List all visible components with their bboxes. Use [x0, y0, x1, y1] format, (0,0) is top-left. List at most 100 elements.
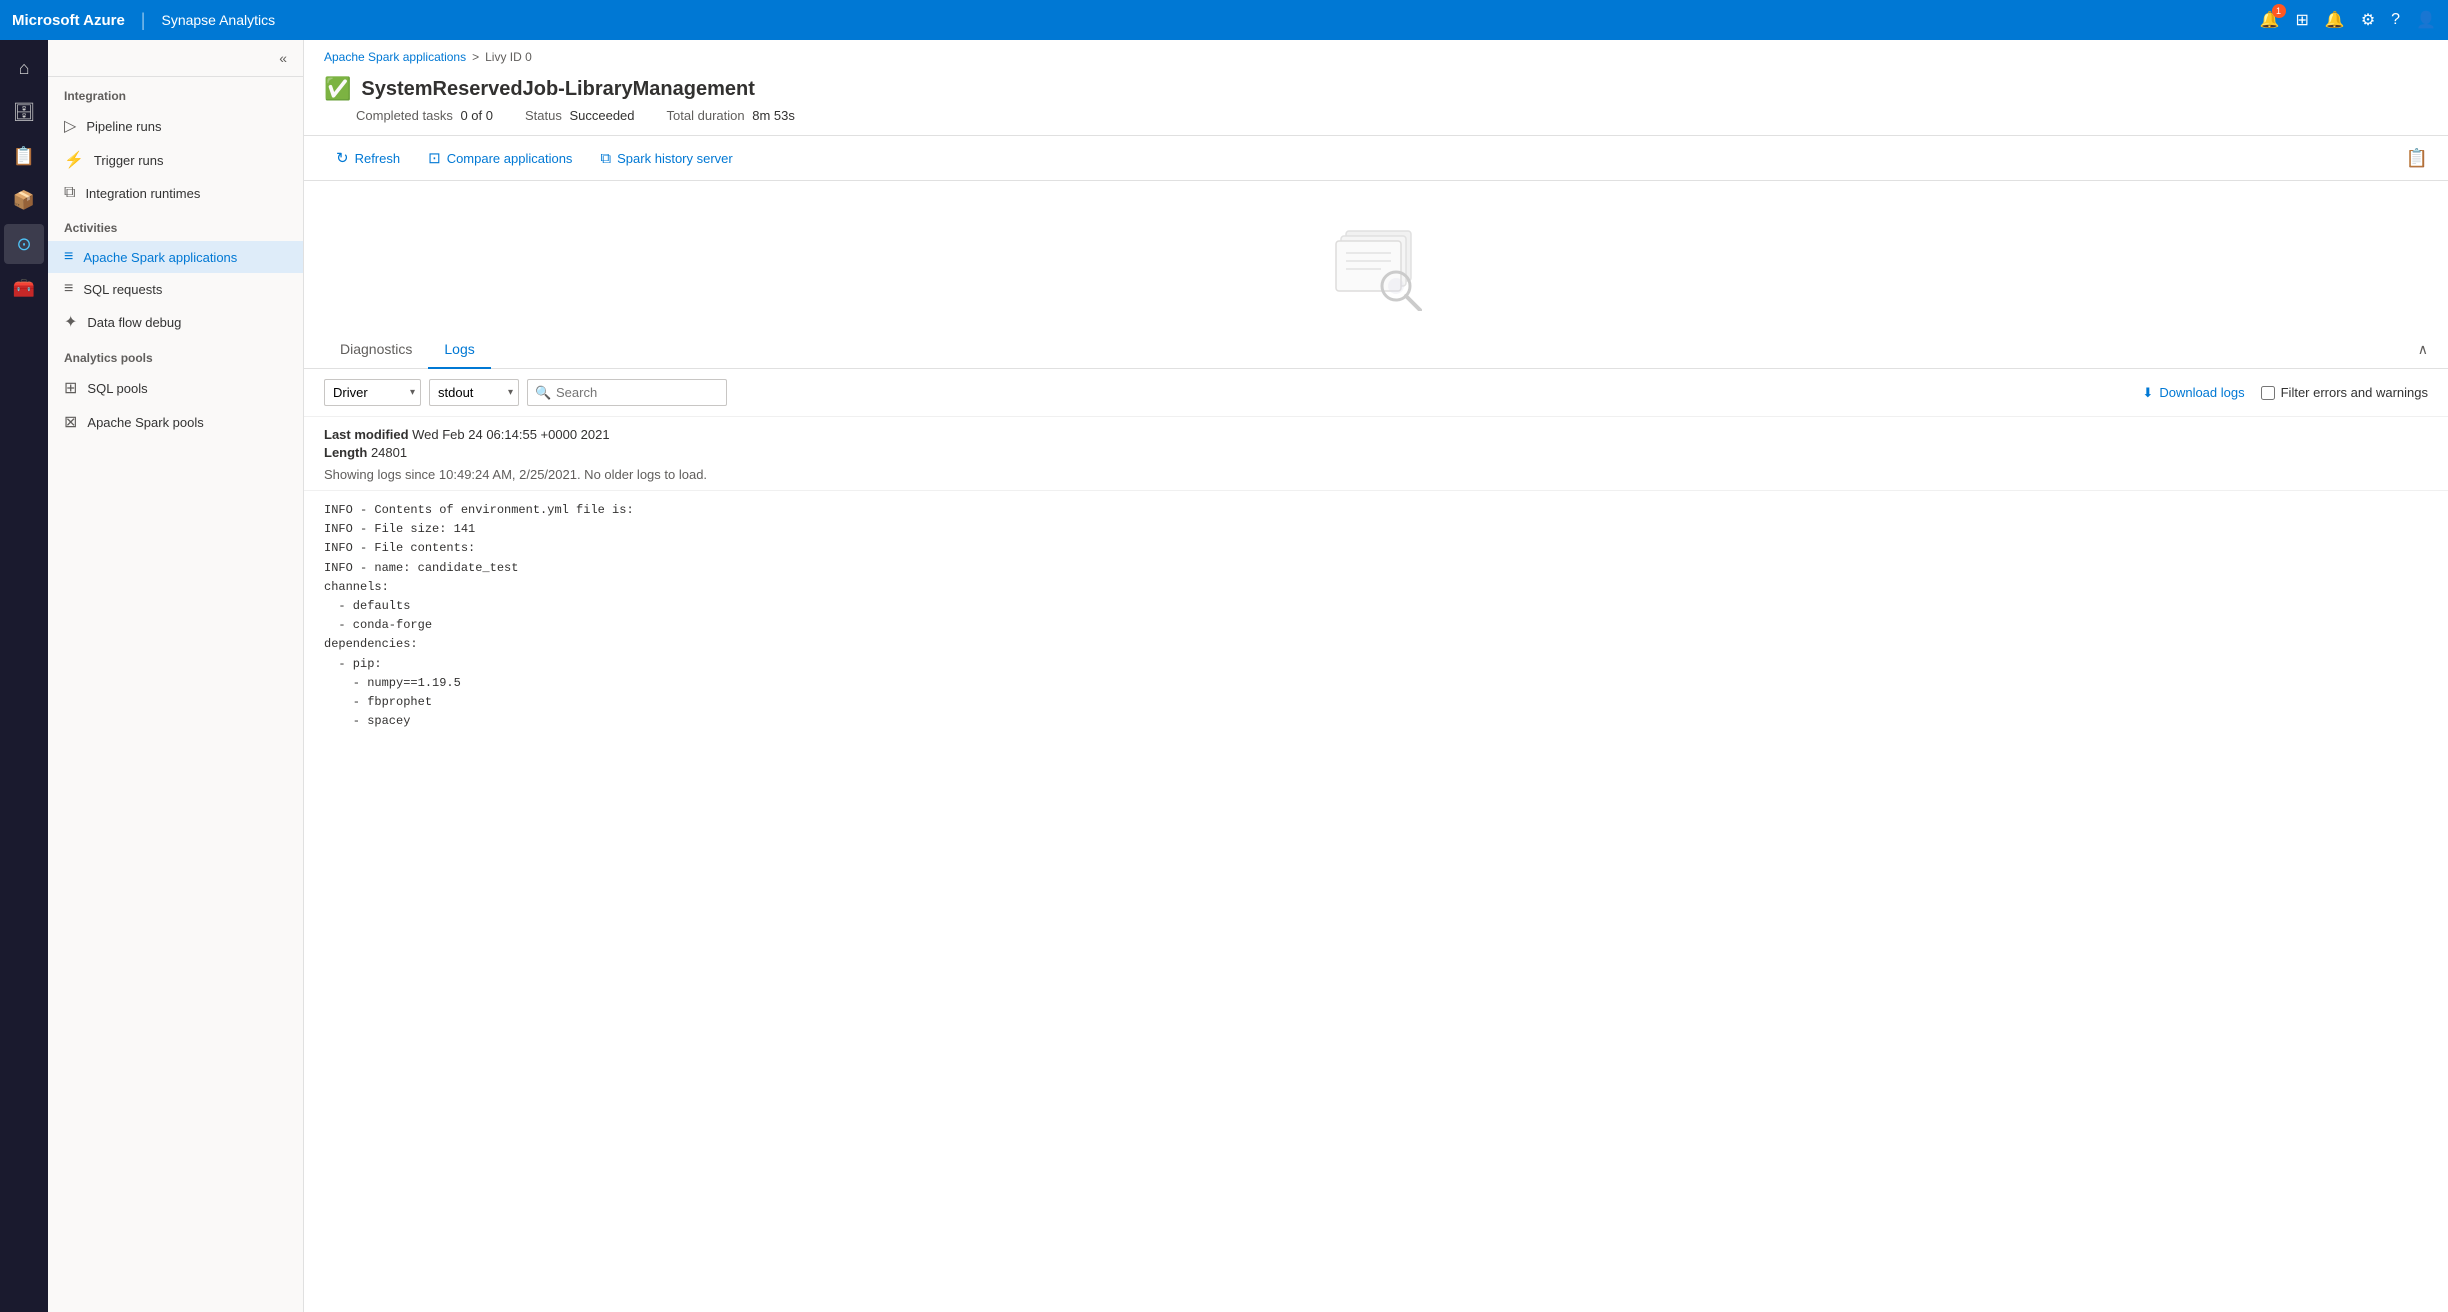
toolbar: ↻ Refresh ⊡ Compare applications ⧉ Spark… — [304, 136, 2448, 181]
alerts-icon[interactable]: 🔔 — [2325, 10, 2345, 30]
tab-logs[interactable]: Logs — [428, 331, 490, 369]
sidebar-item-spark-applications[interactable]: ≡ Apache Spark applications — [48, 241, 303, 273]
tabs: Diagnostics Logs — [324, 331, 491, 368]
job-meta-completed-tasks: Completed tasks 0 of 0 — [356, 108, 493, 123]
product-name: Synapse Analytics — [161, 12, 275, 28]
notifications-icon[interactable]: 🔔 1 — [2260, 10, 2280, 30]
length-value: 24801 — [371, 445, 407, 460]
breadcrumb: Apache Spark applications > Livy ID 0 — [304, 40, 2448, 68]
spark-history-server-button[interactable]: ⧉ Spark history server — [588, 145, 744, 172]
job-header: ✅ SystemReservedJob-LibraryManagement Co… — [304, 68, 2448, 136]
sidebar-section-activities: Activities — [48, 209, 303, 241]
settings-icon[interactable]: ⚙ — [2361, 10, 2375, 30]
sidebar-item-spark-pools[interactable]: ⊠ Apache Spark pools — [48, 405, 303, 439]
refresh-label: Refresh — [355, 151, 401, 166]
trigger-runs-icon: ⚡ — [64, 150, 84, 170]
spark-history-label: Spark history server — [617, 151, 733, 166]
job-title: SystemReservedJob-LibraryManagement — [361, 78, 754, 101]
sidebar-item-label: Apache Spark pools — [87, 415, 203, 430]
driver-dropdown[interactable]: Driver Executor 1 Executor 2 — [324, 379, 421, 406]
log-showing-message: Showing logs since 10:49:24 AM, 2/25/202… — [304, 467, 2448, 491]
log-meta-length: Length 24801 — [324, 445, 2428, 460]
sidebar-item-sql-pools[interactable]: ⊞ SQL pools — [48, 371, 303, 405]
sidebar-item-trigger-runs[interactable]: ⚡ Trigger runs — [48, 143, 303, 177]
last-modified-label: Last modified — [324, 427, 412, 442]
sidebar-item-label: Integration runtimes — [85, 186, 200, 201]
refresh-button[interactable]: ↻ Refresh — [324, 144, 412, 172]
sidebar-item-label: Pipeline runs — [86, 119, 161, 134]
main-content: Apache Spark applications > Livy ID 0 ✅ … — [304, 40, 2448, 1312]
job-title-row: ✅ SystemReservedJob-LibraryManagement — [324, 76, 2428, 102]
last-modified-value: Wed Feb 24 06:14:55 +0000 2021 — [412, 427, 609, 442]
search-input[interactable] — [527, 379, 727, 406]
spark-history-icon: ⧉ — [600, 150, 611, 167]
pipeline-runs-icon: ▷ — [64, 116, 76, 136]
stdout-dropdown-wrapper: stdout stderr log4j ▾ — [429, 379, 519, 406]
download-logs-button[interactable]: ⬇ Download logs — [2134, 381, 2252, 405]
left-sidebar: « Integration ▷ Pipeline runs ⚡ Trigger … — [48, 40, 304, 1312]
breadcrumb-separator: > — [472, 50, 479, 64]
job-meta: Completed tasks 0 of 0 Status Succeeded … — [356, 108, 2428, 123]
filter-errors-label: Filter errors and warnings — [2281, 385, 2428, 400]
job-meta-status: Status Succeeded — [525, 108, 635, 123]
sidebar-section-analytics-pools: Analytics pools — [48, 339, 303, 371]
sidebar-item-data-flow-debug[interactable]: ✦ Data flow debug — [48, 305, 303, 339]
filter-checkbox-wrapper: Filter errors and warnings — [2261, 385, 2428, 400]
sidebar-item-label: SQL pools — [87, 381, 147, 396]
sidebar-collapse-button[interactable]: « — [275, 48, 291, 68]
breadcrumb-parent[interactable]: Apache Spark applications — [324, 50, 466, 64]
log-meta-last-modified: Last modified Wed Feb 24 06:14:55 +0000 … — [324, 427, 2428, 442]
icon-sidebar: ⌂ 🗄 📋 📦 ⊙ 🧰 — [0, 40, 48, 1312]
filter-errors-checkbox[interactable] — [2261, 386, 2275, 400]
search-icon: 🔍 — [535, 385, 551, 401]
top-nav-icons: 🔔 1 ⊞ 🔔 ⚙ ? 👤 — [2260, 10, 2436, 30]
sidebar-icon-data[interactable]: 🗄 — [4, 92, 44, 132]
driver-dropdown-wrapper: Driver Executor 1 Executor 2 ▾ — [324, 379, 421, 406]
sidebar-item-pipeline-runs[interactable]: ▷ Pipeline runs — [48, 109, 303, 143]
notification-badge: 1 — [2272, 4, 2286, 18]
brand-name: Microsoft Azure — [12, 12, 125, 29]
stdout-dropdown[interactable]: stdout stderr log4j — [429, 379, 519, 406]
log-meta: Last modified Wed Feb 24 06:14:55 +0000 … — [304, 417, 2448, 467]
tab-diagnostics[interactable]: Diagnostics — [324, 331, 428, 369]
sidebar-icon-home[interactable]: ⌂ — [4, 48, 44, 88]
sidebar-item-label: Trigger runs — [94, 153, 164, 168]
breadcrumb-current: Livy ID 0 — [485, 50, 532, 64]
sidebar-icon-develop[interactable]: 📋 — [4, 136, 44, 176]
logs-toolbar: Driver Executor 1 Executor 2 ▾ stdout st… — [304, 369, 2448, 417]
search-input-wrapper: 🔍 — [527, 379, 727, 406]
sidebar-icon-manage[interactable]: 🧰 — [4, 268, 44, 308]
account-icon[interactable]: 👤 — [2416, 10, 2436, 30]
spark-pools-icon: ⊠ — [64, 412, 77, 432]
download-icon: ⬇ — [2142, 385, 2153, 401]
compare-icon: ⊡ — [428, 149, 441, 167]
spark-applications-icon: ≡ — [64, 248, 73, 266]
nav-separator: | — [141, 10, 146, 31]
top-nav: Microsoft Azure | Synapse Analytics 🔔 1 … — [0, 0, 2448, 40]
job-meta-duration: Total duration 8m 53s — [667, 108, 795, 123]
sidebar-top-controls: « — [48, 40, 303, 77]
compare-applications-button[interactable]: ⊡ Compare applications — [416, 144, 584, 172]
toolbar-right-icon[interactable]: 📋 — [2406, 148, 2428, 169]
sidebar-icon-integrate[interactable]: 📦 — [4, 180, 44, 220]
sidebar-item-label: Data flow debug — [87, 315, 181, 330]
portal-icon[interactable]: ⊞ — [2296, 10, 2309, 30]
integration-runtimes-icon: ⧉ — [64, 184, 75, 202]
sql-requests-icon: ≡ — [64, 280, 73, 298]
sidebar-icon-monitor[interactable]: ⊙ — [4, 224, 44, 264]
data-flow-debug-icon: ✦ — [64, 312, 77, 332]
refresh-icon: ↻ — [336, 149, 349, 167]
download-logs-label: Download logs — [2159, 385, 2244, 400]
sidebar-item-integration-runtimes[interactable]: ⧉ Integration runtimes — [48, 177, 303, 209]
help-icon[interactable]: ? — [2391, 11, 2400, 29]
length-label: Length — [324, 445, 371, 460]
tabs-container: Diagnostics Logs ∧ — [304, 331, 2448, 369]
compare-label: Compare applications — [447, 151, 573, 166]
tabs-collapse-icon[interactable]: ∧ — [2418, 341, 2428, 358]
empty-state — [304, 181, 2448, 331]
sidebar-section-integration: Integration — [48, 77, 303, 109]
log-content: INFO - Contents of environment.yml file … — [304, 491, 2448, 1312]
sidebar-item-sql-requests[interactable]: ≡ SQL requests — [48, 273, 303, 305]
sidebar-item-label: Apache Spark applications — [83, 250, 237, 265]
job-status-icon: ✅ — [324, 76, 351, 102]
